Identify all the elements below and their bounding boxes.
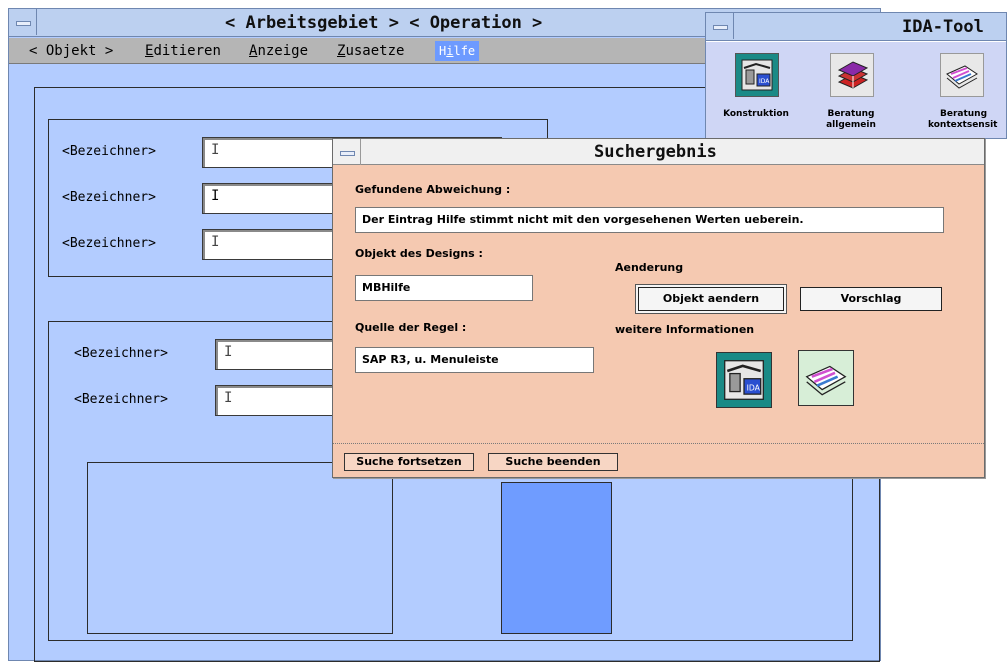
document-stack-icon xyxy=(940,53,984,97)
ida-title-bar[interactable]: IDA-Tool xyxy=(706,13,1006,41)
ida-toolbar: IDA Konstruktion Beratung allgemein Bera… xyxy=(706,42,1006,138)
design-object-field: MBHilfe xyxy=(355,275,533,301)
dialog-title: Suchergebnis xyxy=(594,142,717,162)
tool-label: Beratung kontextsensit xyxy=(928,109,998,130)
field-label: <Bezeichner> xyxy=(62,144,156,159)
design-object-label: Objekt des Designs : xyxy=(355,247,483,260)
ida-tool-window: IDA-Tool IDA Konstruktion Beratung allge… xyxy=(705,12,1007,139)
system-menu-icon[interactable] xyxy=(9,9,37,35)
ida-window-title: IDA-Tool xyxy=(902,17,984,37)
system-menu-icon[interactable] xyxy=(333,139,361,165)
svg-text:IDA: IDA xyxy=(747,383,761,392)
tool-beratung-kontextsensitiv[interactable]: Beratung kontextsensit xyxy=(906,42,1006,138)
menu-hilfe[interactable]: Hilfe xyxy=(435,41,480,61)
deviation-label: Gefundene Abweichung : xyxy=(355,183,511,196)
ida-construction-icon: IDA xyxy=(735,53,779,97)
tool-label: Konstruktion xyxy=(723,109,789,119)
change-label: Aenderung xyxy=(615,261,684,274)
menu-anzeige[interactable]: Anzeige xyxy=(249,43,308,59)
rule-source-label: Quelle der Regel : xyxy=(355,321,467,334)
change-object-button[interactable]: Objekt aendern xyxy=(636,285,786,313)
books-icon xyxy=(830,53,874,97)
field-label: <Bezeichner> xyxy=(62,190,156,205)
tool-konstruktion[interactable]: IDA Konstruktion xyxy=(706,42,806,138)
document-stack-icon[interactable] xyxy=(798,350,854,406)
search-result-dialog: Suchergebnis Gefundene Abweichung : Der … xyxy=(332,138,985,478)
tool-beratung-allgemein[interactable]: Beratung allgemein xyxy=(806,42,896,138)
list-box[interactable] xyxy=(87,462,393,634)
menu-zusaetze[interactable]: Zusaetze xyxy=(337,43,404,59)
deviation-field: Der Eintrag Hilfe stimmt nicht mit den v… xyxy=(355,207,944,233)
more-info-label: weitere Informationen xyxy=(615,323,755,336)
field-label: <Bezeichner> xyxy=(62,236,156,251)
dialog-title-bar[interactable]: Suchergebnis xyxy=(333,139,984,165)
main-window-title: < Arbeitsgebiet > < Operation > xyxy=(225,13,543,33)
menu-objekt[interactable]: < Objekt > xyxy=(29,43,113,59)
ida-construction-icon[interactable]: IDA xyxy=(716,352,772,408)
suggestion-button[interactable]: Vorschlag xyxy=(800,287,942,311)
blue-panel xyxy=(501,482,612,634)
dialog-footer: Suche fortsetzen Suche beenden xyxy=(333,443,984,477)
end-search-button[interactable]: Suche beenden xyxy=(488,453,618,471)
svg-text:IDA: IDA xyxy=(759,78,770,85)
tool-label: Beratung allgemein xyxy=(826,109,876,130)
field-label: <Bezeichner> xyxy=(74,346,168,361)
rule-source-field: SAP R3, u. Menuleiste xyxy=(355,347,594,373)
system-menu-icon[interactable] xyxy=(706,13,734,39)
field-label: <Bezeichner> xyxy=(74,392,168,407)
continue-search-button[interactable]: Suche fortsetzen xyxy=(344,453,474,471)
menu-editieren[interactable]: Editieren xyxy=(145,43,221,59)
